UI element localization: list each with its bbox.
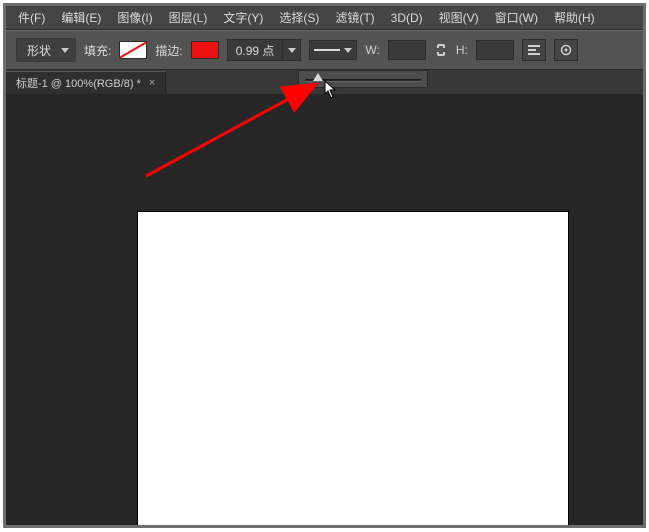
- fill-swatch[interactable]: [119, 41, 147, 59]
- chevron-down-icon: [288, 48, 296, 53]
- stroke-width-value: 0.99 点: [228, 42, 283, 59]
- menu-select[interactable]: 选择(S): [271, 6, 327, 30]
- stroke-color-swatch: [191, 41, 219, 59]
- menu-3d[interactable]: 3D(D): [383, 6, 431, 30]
- menu-bar: 件(F) 编辑(E) 图像(I) 图层(L) 文字(Y) 选择(S) 滤镜(T)…: [6, 6, 643, 30]
- fill-label: 填充:: [84, 42, 111, 59]
- stroke-width-dropdown[interactable]: [282, 40, 300, 60]
- slider-thumb[interactable]: [313, 73, 323, 81]
- canvas-area[interactable]: [6, 94, 643, 525]
- stroke-style-dropdown[interactable]: [309, 40, 357, 60]
- align-button[interactable]: [522, 39, 546, 61]
- width-label: W:: [365, 43, 379, 57]
- options-bar: 形状 填充: 描边: 0.99 点 W: H:: [6, 30, 643, 70]
- stroke-width-field[interactable]: 0.99 点: [227, 39, 302, 61]
- chevron-down-icon: [61, 48, 69, 53]
- shape-mode-dropdown[interactable]: 形状: [16, 38, 76, 62]
- document-tab-label: 标题-1 @ 100%(RGB/8) *: [16, 75, 141, 91]
- stroke-swatch[interactable]: [191, 41, 219, 59]
- menu-file[interactable]: 件(F): [10, 6, 53, 30]
- height-label: H:: [456, 43, 468, 57]
- height-field[interactable]: [476, 40, 514, 60]
- menu-window[interactable]: 窗口(W): [487, 6, 546, 30]
- shape-mode-label: 形状: [27, 42, 51, 59]
- settings-button[interactable]: [554, 39, 578, 61]
- close-icon[interactable]: ×: [149, 77, 155, 89]
- link-icon[interactable]: [434, 42, 448, 58]
- menu-image[interactable]: 图像(I): [109, 6, 160, 30]
- document-tab[interactable]: 标题-1 @ 100%(RGB/8) * ×: [6, 71, 166, 94]
- stroke-label: 描边:: [155, 42, 182, 59]
- menu-type[interactable]: 文字(Y): [215, 6, 271, 30]
- solid-line-icon: [314, 49, 340, 51]
- document-canvas[interactable]: [138, 212, 568, 528]
- menu-layer[interactable]: 图层(L): [161, 6, 216, 30]
- stroke-width-slider[interactable]: [298, 70, 428, 88]
- menu-help[interactable]: 帮助(H): [546, 6, 603, 30]
- menu-filter[interactable]: 滤镜(T): [327, 6, 382, 30]
- width-field[interactable]: [388, 40, 426, 60]
- menu-view[interactable]: 视图(V): [431, 6, 487, 30]
- no-fill-icon: [119, 41, 147, 59]
- chevron-down-icon: [344, 48, 352, 53]
- menu-edit[interactable]: 编辑(E): [53, 6, 109, 30]
